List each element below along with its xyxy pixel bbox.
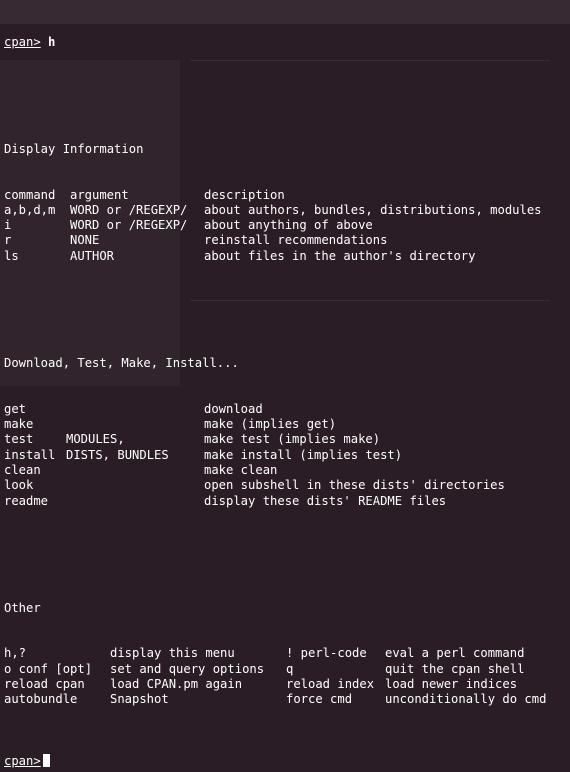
display-header-row-cell: argument xyxy=(70,187,129,202)
display-row-cell: about authors, bundles, distributions, m… xyxy=(204,202,542,217)
download-row-cell: DISTS, BUNDLES xyxy=(66,447,169,462)
prompt-label: cpan> xyxy=(4,34,41,49)
other-row-cell: q xyxy=(286,661,294,676)
download-row: get download xyxy=(4,402,570,417)
download-row: make make (implies get) xyxy=(4,417,570,432)
terminal-output[interactable]: cpan> h Display Information command argum… xyxy=(4,4,570,768)
prompt-line: cpan> h xyxy=(4,35,570,50)
other-row-cell: o conf [opt] xyxy=(4,661,93,676)
section-title-download: Download, Test, Make, Install... xyxy=(4,355,239,370)
download-row-cell: readme xyxy=(4,493,49,508)
other-row-cell: force cmd xyxy=(286,692,353,707)
other-row-cell: Snapshot xyxy=(110,692,169,707)
download-row-cell: install xyxy=(4,447,56,462)
other-row-cell: unconditionally do cmd xyxy=(385,692,547,707)
display-row: i WORD or /REGEXP/about anything of above xyxy=(4,218,570,233)
display-row-cell: AUTHOR xyxy=(70,248,115,263)
display-row-cell: r xyxy=(4,233,12,248)
other-row: reload cpan load CPAN.pm again reload inde… xyxy=(4,677,570,692)
other-row-cell: reload index xyxy=(286,677,375,692)
download-row-cell: make clean xyxy=(204,462,278,477)
download-row-cell: look xyxy=(4,478,34,493)
other-row-cell: set and query options xyxy=(110,661,265,676)
other-row-cell: h,? xyxy=(4,646,27,661)
download-row-cell: open subshell in these dists' directorie… xyxy=(204,478,505,493)
section-title-other: Other xyxy=(4,600,41,615)
final-prompt-line[interactable]: cpan> xyxy=(4,753,570,769)
other-row-cell: load newer indices xyxy=(385,677,518,692)
download-row-cell: make xyxy=(4,417,34,432)
other-row: h,? display this menu ! perl-code eval a pe… xyxy=(4,646,570,661)
download-row-cell: test xyxy=(4,432,34,447)
display-header-row-cell: command xyxy=(4,187,56,202)
display-header-row: command argument description xyxy=(4,188,570,203)
display-row-cell: i xyxy=(4,218,12,233)
display-row-cell: about files in the author's directory xyxy=(204,248,476,263)
display-row: r NONE reinstall recommendations xyxy=(4,233,570,248)
download-row: look open subshell in these dists' direct… xyxy=(4,478,570,493)
other-row-cell: ! perl-code xyxy=(286,646,367,661)
text-cursor[interactable] xyxy=(42,753,50,767)
display-header-row-cell: description xyxy=(204,187,285,202)
download-row: test MODULES, make test (implies make) xyxy=(4,432,570,447)
other-row-cell: autobundle xyxy=(4,692,78,707)
other-row-cell: eval a perl command xyxy=(385,646,525,661)
download-row-cell: make install (implies test) xyxy=(204,447,403,462)
display-row-cell: WORD or /REGEXP/ xyxy=(70,202,188,217)
download-row: clean make clean xyxy=(4,463,570,478)
display-row: ls AUTHOR about files in the author's dire… xyxy=(4,249,570,264)
download-row-cell: MODULES, xyxy=(66,432,125,447)
final-prompt-label: cpan> xyxy=(4,753,41,768)
other-row-cell: load CPAN.pm again xyxy=(110,677,243,692)
download-row-cell: download xyxy=(204,401,263,416)
download-row: install DISTS, BUNDLES make install (impli… xyxy=(4,448,570,463)
display-row-cell: a,b,d,m xyxy=(4,202,56,217)
other-row: o conf [opt] set and query options q quit t… xyxy=(4,662,570,677)
other-table: h,? display this menu ! perl-code eval a pe… xyxy=(4,646,570,707)
display-table: command argument description a,b,d,m WORD or… xyxy=(4,188,570,264)
download-row-cell: make test (implies make) xyxy=(204,432,381,447)
download-row-cell: clean xyxy=(4,462,41,477)
other-row-cell: reload cpan xyxy=(4,677,85,692)
display-row: a,b,d,m WORD or /REGEXP/about authors, bu… xyxy=(4,203,570,218)
display-row-cell: WORD or /REGEXP/ xyxy=(70,218,188,233)
other-row-cell: display this menu xyxy=(110,646,235,661)
display-row-cell: ls xyxy=(4,248,19,263)
download-row: readme display these dists' README files xyxy=(4,494,570,509)
section-title-display: Display Information xyxy=(4,141,144,156)
display-row-cell: reinstall recommendations xyxy=(204,233,388,248)
other-row-cell: quit the cpan shell xyxy=(385,661,525,676)
download-row-cell: get xyxy=(4,401,27,416)
download-row-cell: display these dists' README files xyxy=(204,493,447,508)
download-row-cell: make (implies get) xyxy=(204,417,337,432)
prompt-command: h xyxy=(48,34,56,49)
display-row-cell: about anything of above xyxy=(204,218,373,233)
download-table: get download make make (implies get) test MOD… xyxy=(4,402,570,509)
display-row-cell: NONE xyxy=(70,233,100,248)
other-row: autobundle Snapshot force cmd unconditional… xyxy=(4,692,570,707)
